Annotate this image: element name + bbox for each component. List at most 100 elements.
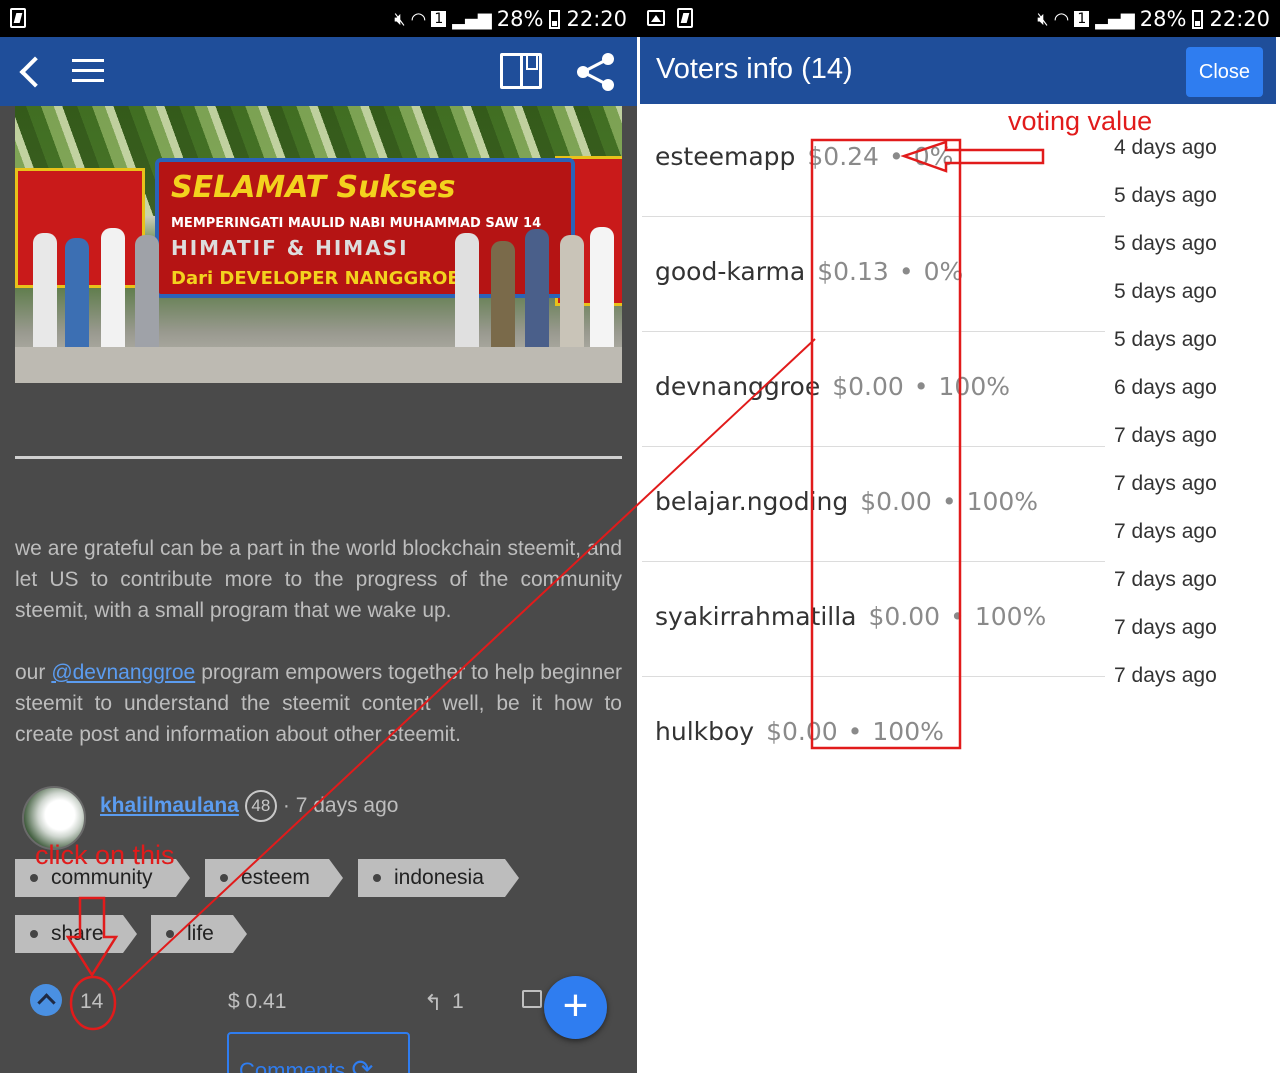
separator-dot: • xyxy=(941,487,957,516)
voter-amount: $0.00 xyxy=(766,717,838,746)
voter-amount: $0.00 xyxy=(832,372,904,401)
notification-image-icon xyxy=(647,10,665,26)
edit-icon[interactable] xyxy=(522,990,542,1008)
click-on-this-label: click on this xyxy=(35,840,175,870)
group-of-people xyxy=(15,213,622,353)
share-icon[interactable] xyxy=(574,51,618,93)
voter-percent: 100% xyxy=(938,372,1011,401)
back-arrow-icon[interactable] xyxy=(18,55,44,89)
vote-time: 5 days ago xyxy=(1114,328,1217,351)
voter-percent: 0% xyxy=(923,257,964,286)
book-icon[interactable] xyxy=(500,53,542,89)
voter-row: hulkboy $0.00 • 100% xyxy=(642,677,1105,792)
voter-row: devnanggroe $0.00 • 100% xyxy=(642,332,1105,447)
post-app-bar xyxy=(0,37,637,106)
sim-label: 1 xyxy=(431,11,447,27)
vote-time: 7 days ago xyxy=(1114,664,1217,687)
vote-time: 6 days ago xyxy=(1114,376,1217,399)
battery-percent: 28% xyxy=(496,7,544,31)
notification-doc-icon xyxy=(677,8,693,28)
mute-icon: 🔇︎ xyxy=(1037,8,1048,30)
post-paragraph-1: we are grateful can be a part in the wor… xyxy=(15,537,622,622)
hamburger-menu-icon[interactable] xyxy=(72,59,104,83)
post-paragraph-2: our @devnanggroe program empowers togeth… xyxy=(15,657,622,750)
mute-icon: 🔇︎ xyxy=(394,8,405,30)
clock: 22:20 xyxy=(566,7,627,31)
voter-amount: $0.00 xyxy=(860,487,932,516)
tag-indonesia[interactable]: indonesia xyxy=(358,859,519,897)
voter-name[interactable]: good-karma xyxy=(655,257,805,286)
payout-value[interactable]: $ 0.41 xyxy=(228,990,286,1014)
devnanggroe-link[interactable]: @devnanggroe xyxy=(51,661,195,684)
sim-label: 1 xyxy=(1074,11,1090,27)
voters-info-screen: 🔇︎ ◠ 1 ▂▄▆ 28% 22:20 Voters info (14) Cl… xyxy=(637,0,1280,1073)
vote-time: 7 days ago xyxy=(1114,616,1217,639)
author-name-link[interactable]: khalilmaulana xyxy=(100,794,239,818)
vote-time: 7 days ago xyxy=(1114,520,1217,543)
separator-dot: • xyxy=(898,257,914,286)
upvote-icon[interactable] xyxy=(30,984,62,1016)
screenshot-composite: 🔇︎ ◠ 1 ▂▄▆ 28% 22:20 SELAMAT Sukses MEMP… xyxy=(0,0,1280,1073)
author-line: khalilmaulana 48 · 7 days ago xyxy=(100,790,398,822)
voter-percent: 100% xyxy=(974,602,1047,631)
vote-time: 7 days ago xyxy=(1114,568,1217,591)
vote-time: 5 days ago xyxy=(1114,280,1217,303)
voter-percent: 100% xyxy=(872,717,944,746)
tag-esteem[interactable]: esteem xyxy=(205,859,343,897)
voters-header: Voters info (14) Close xyxy=(640,37,1276,104)
separator-dot: • xyxy=(913,372,929,401)
voter-name[interactable]: esteemapp xyxy=(655,142,795,171)
signal-icon: ▂▄▆ xyxy=(452,8,492,30)
vote-time: 7 days ago xyxy=(1114,472,1217,495)
voter-name[interactable]: belajar.ngoding xyxy=(655,487,848,516)
battery-icon xyxy=(1192,9,1204,29)
signal-icon: ▂▄▆ xyxy=(1095,8,1135,30)
voter-percent: 100% xyxy=(966,487,1039,516)
voter-percent: 0% xyxy=(913,142,954,171)
refresh-icon: ⟳ xyxy=(351,1054,374,1073)
separator-dot: • xyxy=(847,717,863,746)
voters-title: Voters info (14) xyxy=(656,53,853,85)
status-notification-icons xyxy=(10,8,26,28)
voter-row: belajar.ngoding $0.00 • 100% xyxy=(642,447,1105,562)
vote-time: 4 days ago xyxy=(1114,136,1217,159)
voter-name[interactable]: hulkboy xyxy=(655,717,754,746)
status-bar: 🔇︎ ◠ 1 ▂▄▆ 28% 22:20 xyxy=(0,0,637,37)
vote-time: 5 days ago xyxy=(1114,184,1217,207)
voter-name[interactable]: syakirrahmatilla xyxy=(655,602,856,631)
banner-line-1: SELAMAT Sukses xyxy=(171,170,456,205)
close-button[interactable]: Close xyxy=(1186,47,1263,97)
voter-amount: $0.00 xyxy=(868,602,941,631)
battery-icon xyxy=(549,9,561,29)
post-action-bar: 14 $ 0.41 ↰ 1 xyxy=(0,970,637,1030)
voting-value-label: voting value xyxy=(1008,106,1153,136)
vote-count-button[interactable]: 14 xyxy=(80,990,103,1014)
voter-amount: $0.13 xyxy=(817,257,889,286)
status-notification-icons-right xyxy=(647,8,693,28)
voter-name[interactable]: devnanggroe xyxy=(655,372,820,401)
comments-button[interactable]: Comments ⟳ xyxy=(227,1032,410,1073)
wifi-icon: ◠ xyxy=(410,8,427,30)
battery-percent: 28% xyxy=(1139,7,1187,31)
status-bar-right: 🔇︎ ◠ 1 ▂▄▆ 28% 22:20 xyxy=(637,0,1280,37)
notification-doc-icon xyxy=(10,8,26,28)
voter-row: good-karma $0.13 • 0% xyxy=(642,217,1105,332)
vote-time: 7 days ago xyxy=(1114,424,1217,447)
add-fab-button[interactable]: + xyxy=(544,976,607,1039)
clock: 22:20 xyxy=(1209,7,1270,31)
comments-label: Comments xyxy=(239,1058,346,1073)
separator-dot: • xyxy=(888,142,904,171)
tag-share[interactable]: share xyxy=(15,915,137,953)
vote-time: 5 days ago xyxy=(1114,232,1217,255)
voter-amount: $0.24 xyxy=(807,142,879,171)
post-time: · 7 days ago xyxy=(282,794,399,817)
wifi-icon: ◠ xyxy=(1053,8,1070,30)
reply-icon[interactable]: ↰ xyxy=(424,990,442,1016)
reply-count: 1 xyxy=(452,990,464,1013)
content-divider xyxy=(15,456,622,459)
paragraph-prefix: our xyxy=(15,661,46,684)
tag-life[interactable]: life xyxy=(151,915,247,953)
voter-row: syakirrahmatilla $0.00 • 100% xyxy=(642,562,1105,677)
status-right-area-right: 🔇︎ ◠ 1 ▂▄▆ 28% 22:20 xyxy=(1037,7,1270,31)
separator-dot: • xyxy=(950,602,965,631)
